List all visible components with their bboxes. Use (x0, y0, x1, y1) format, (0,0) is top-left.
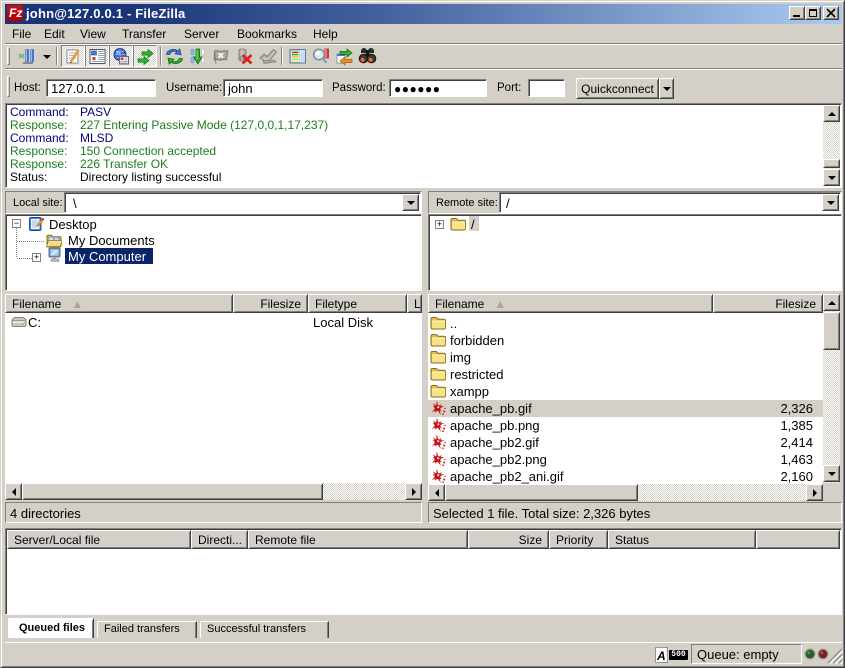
svg-text:Fz: Fz (9, 6, 22, 20)
